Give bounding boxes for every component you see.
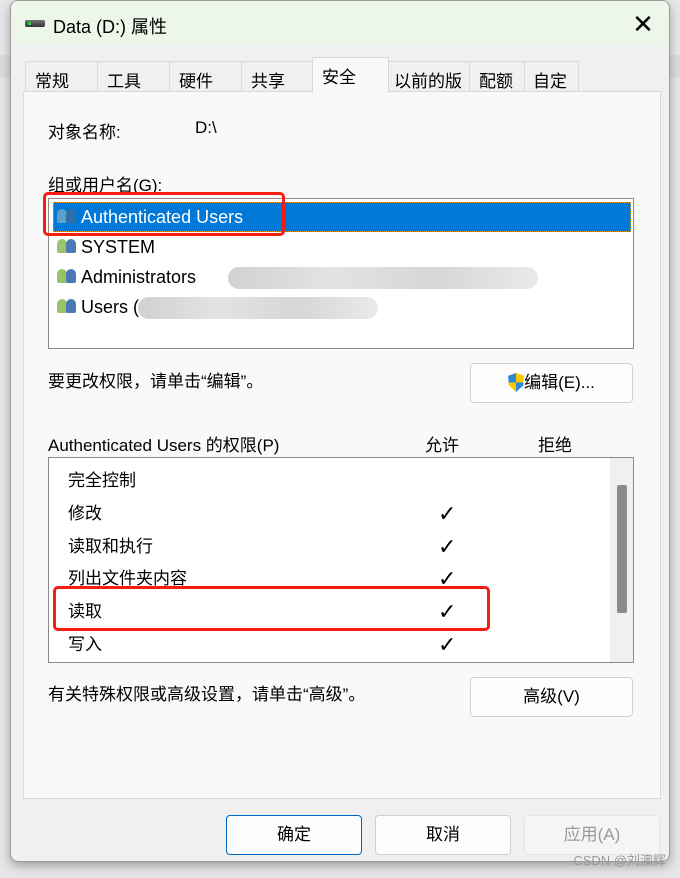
list-item[interactable]: Administrators [53, 262, 631, 292]
tab-security[interactable]: 安全 [312, 57, 389, 93]
permissions-label: Authenticated Users 的权限(P) [48, 436, 280, 455]
permission-row: 修改 ✓ [68, 497, 568, 530]
advanced-button[interactable]: 高级(V) [470, 677, 633, 717]
tab-general[interactable]: 常规 [25, 61, 98, 92]
tab-previous-versions[interactable]: 以前的版本 [388, 61, 470, 116]
redaction-blur [138, 297, 378, 319]
permission-name: 读取和执行 [68, 537, 153, 556]
tab-customize[interactable]: 自定义 [524, 61, 579, 116]
object-name-value: D:\ [195, 118, 217, 137]
list-item[interactable]: Users ( [53, 292, 631, 322]
ok-button[interactable]: 确定 [226, 815, 362, 855]
permission-name: 修改 [68, 504, 102, 523]
users-group-icon [57, 269, 79, 285]
scrollbar-thumb[interactable] [617, 485, 627, 613]
window-title: Data (D:) 属性 [53, 17, 168, 37]
tab-quota[interactable]: 配额 [469, 61, 525, 92]
annotation-box [53, 586, 490, 631]
tab-sharing[interactable]: 共享 [241, 61, 313, 92]
group-name: Administrators [81, 267, 197, 287]
close-button[interactable]: ✕ [625, 7, 661, 41]
properties-dialog: Data (D:) 属性 ✕ 常规 工具 硬件 共享 安全 以前的版本 配额 自… [10, 0, 670, 862]
cancel-button[interactable]: 取消 [375, 815, 511, 855]
permissions-list[interactable]: 完全控制 修改 ✓ 读取和执行 ✓ 列出文件夹内容 ✓ 读取 ✓ 写入 ✓ [48, 457, 634, 663]
advanced-hint: 有关特殊权限或高级设置，请单击“高级”。 [48, 685, 366, 704]
title-bar: Data (D:) 属性 ✕ [11, 1, 669, 46]
users-group-icon [57, 239, 79, 255]
watermark: CSDN @刘澳辉 [573, 853, 666, 868]
permission-row: 读取和执行 ✓ [68, 530, 568, 563]
redaction-blur [228, 267, 538, 289]
deny-header: 拒绝 [538, 436, 572, 455]
tab-tools[interactable]: 工具 [97, 61, 170, 92]
group-name: Users ( [81, 297, 139, 317]
uac-shield-icon [508, 373, 525, 392]
edit-button-label: 编辑(E)... [524, 373, 595, 392]
apply-button[interactable]: 应用(A) [524, 815, 660, 855]
edit-hint: 要更改权限，请单击“编辑”。 [48, 372, 264, 391]
allow-check-icon: ✓ [438, 534, 457, 559]
permission-name: 写入 [68, 635, 102, 654]
allow-check-icon: ✓ [438, 501, 457, 526]
permission-name: 完全控制 [68, 471, 136, 490]
allow-header: 允许 [425, 436, 459, 455]
group-name: SYSTEM [81, 237, 156, 257]
edit-button[interactable]: 编辑(E)... [470, 363, 633, 403]
tab-hardware[interactable]: 硬件 [169, 61, 242, 92]
list-item[interactable]: SYSTEM [53, 232, 631, 262]
allow-check-icon: ✓ [438, 632, 457, 657]
users-group-icon [57, 299, 79, 315]
permission-row: 完全控制 [68, 464, 568, 497]
scrollbar[interactable] [610, 458, 633, 662]
permission-row: 写入 ✓ [68, 628, 568, 661]
annotation-box [43, 192, 285, 236]
drive-icon [25, 20, 45, 27]
object-name-label: 对象名称: [48, 123, 121, 142]
